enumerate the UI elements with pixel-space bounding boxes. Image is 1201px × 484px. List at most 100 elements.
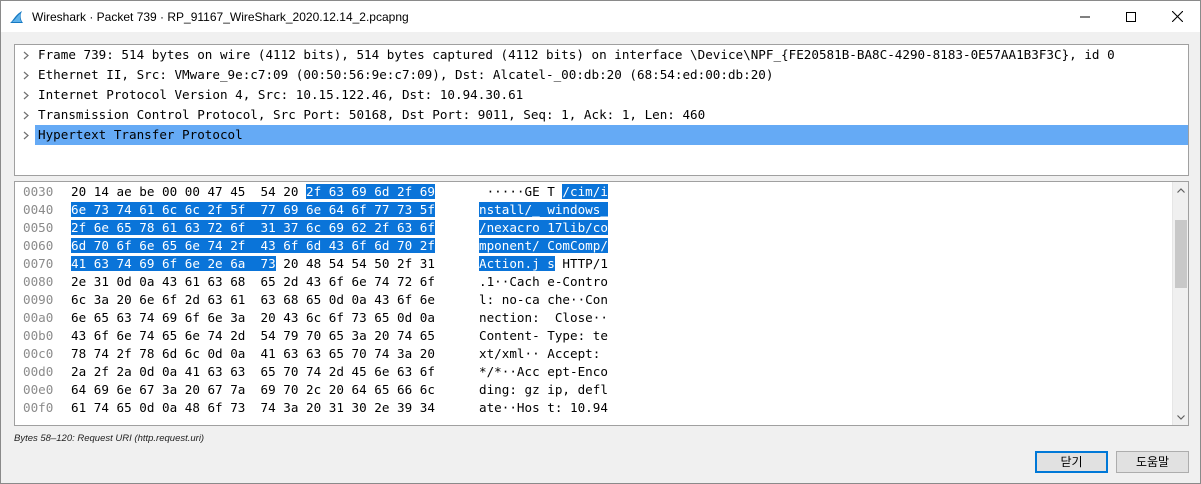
ascii-bytes[interactable]: ·····GE T /cim/i xyxy=(479,183,608,201)
hex-bytes-segment: 64 69 6e 67 3a 20 67 7a 69 70 2c 20 64 6… xyxy=(71,382,435,397)
tree-item-ethernet[interactable]: Ethernet II, Src: VMware_9e:c7:09 (00:50… xyxy=(15,65,1188,85)
hex-bytes-segment: 6c 3a 20 6e 6f 2d 63 61 63 68 65 0d 0a 4… xyxy=(71,292,435,307)
hex-bytes[interactable]: 2f 6e 65 78 61 63 72 6f 31 37 6c 69 62 2… xyxy=(71,219,435,237)
hex-bytes[interactable]: 43 6f 6e 74 65 6e 74 2d 54 79 70 65 3a 2… xyxy=(71,327,435,345)
scroll-down-button[interactable] xyxy=(1173,409,1188,425)
ascii-highlighted: mponent/ ComComp/ xyxy=(479,238,608,253)
help-button[interactable]: 도움말 xyxy=(1116,451,1189,473)
tree-item-label: Ethernet II, Src: VMware_9e:c7:09 (00:50… xyxy=(38,67,774,82)
scrollbar-thumb[interactable] xyxy=(1175,220,1187,288)
hex-bytes[interactable]: 41 63 74 69 6f 6e 2e 6a 73 20 48 54 54 5… xyxy=(71,255,435,273)
close-window-button[interactable] xyxy=(1154,1,1200,32)
hex-bytes[interactable]: 61 74 65 0d 0a 48 6f 73 74 3a 20 31 30 2… xyxy=(71,399,435,417)
ascii-bytes[interactable]: ding: gz ip, defl xyxy=(479,381,608,399)
hex-bytes[interactable]: 6e 73 74 61 6c 6c 2f 5f 77 69 6e 64 6f 7… xyxy=(71,201,435,219)
hex-bytes[interactable]: 20 14 ae be 00 00 47 45 54 20 2f 63 69 6… xyxy=(71,183,435,201)
chevron-right-icon[interactable] xyxy=(19,85,33,105)
hex-bytes-highlighted: 2f 63 69 6d 2f 69 xyxy=(306,184,435,199)
maximize-icon xyxy=(1126,11,1136,22)
hex-bytes-segment: 20 14 ae be 00 00 47 45 54 20 xyxy=(71,184,307,199)
hex-bytes-segment: 20 48 54 54 50 2f 31 xyxy=(275,256,435,271)
hex-bytes[interactable]: 6e 65 63 74 69 6f 6e 3a 20 43 6c 6f 73 6… xyxy=(71,309,435,327)
tree-item-http[interactable]: Hypertext Transfer Protocol xyxy=(15,125,1188,145)
hex-bytes-segment: 2e 31 0d 0a 43 61 63 68 65 2d 43 6f 6e 7… xyxy=(71,274,435,289)
hex-bytes-segment: 43 6f 6e 74 65 6e 74 2d 54 79 70 65 3a 2… xyxy=(71,328,435,343)
ascii-highlighted: nstall/_ windows_ xyxy=(479,202,608,217)
ascii-bytes[interactable]: /nexacro 17lib/co xyxy=(479,219,608,237)
ascii-bytes[interactable]: .1··Cach e-Contro xyxy=(479,273,608,291)
chevron-right-icon[interactable] xyxy=(19,65,33,85)
ascii-bytes[interactable]: ate··Hos t: 10.94 xyxy=(479,399,608,417)
chevron-up-icon xyxy=(1177,187,1185,193)
ascii-segment: HTTP/1 xyxy=(554,256,608,271)
hex-bytes-highlighted: 6e 73 74 61 6c 6c 2f 5f 77 69 6e 64 6f 7… xyxy=(71,202,435,217)
tree-item-frame[interactable]: Frame 739: 514 bytes on wire (4112 bits)… xyxy=(15,45,1188,65)
ascii-segment: ding: gz ip, defl xyxy=(479,382,608,397)
minimize-icon xyxy=(1080,16,1090,17)
chevron-right-icon[interactable] xyxy=(19,45,33,65)
ascii-segment: ·····GE T xyxy=(479,184,563,199)
hex-bytes[interactable]: 6c 3a 20 6e 6f 2d 63 61 63 68 65 0d 0a 4… xyxy=(71,291,435,309)
ascii-segment: ate··Hos t: 10.94 xyxy=(479,400,608,415)
byte-offset: 00e0 xyxy=(23,382,54,397)
hex-bytes-highlighted: 2f 6e 65 78 61 63 72 6f 31 37 6c 69 62 2… xyxy=(71,220,435,235)
ascii-bytes[interactable]: */*··Acc ept-Enco xyxy=(479,363,608,381)
hex-bytes[interactable]: 78 74 2f 78 6d 6c 0d 0a 41 63 63 65 70 7… xyxy=(71,345,435,363)
packet-details-tree[interactable]: Frame 739: 514 bytes on wire (4112 bits)… xyxy=(14,44,1189,176)
ascii-highlighted: /nexacro 17lib/co xyxy=(479,220,608,235)
ascii-bytes[interactable]: mponent/ ComComp/ xyxy=(479,237,608,255)
ascii-bytes[interactable]: xt/xml·· Accept: xyxy=(479,345,608,363)
ascii-segment: xt/xml·· Accept: xyxy=(479,346,608,361)
wireshark-fin-icon xyxy=(10,11,23,23)
packet-dialog-window: Wireshark · Packet 739 · RP_91167_WireSh… xyxy=(0,0,1201,484)
ascii-segment: Content- Type: te xyxy=(479,328,608,343)
byte-offset: 00a0 xyxy=(23,310,54,325)
close-button[interactable]: 닫기 xyxy=(1035,451,1108,473)
hex-bytes[interactable]: 2a 2f 2a 0d 0a 41 63 63 65 70 74 2d 45 6… xyxy=(71,363,435,381)
ascii-segment: .1··Cach e-Contro xyxy=(479,274,608,289)
vertical-scrollbar[interactable] xyxy=(1172,182,1188,425)
ascii-bytes[interactable]: nstall/_ windows_ xyxy=(479,201,608,219)
ascii-segment: nection: Close·· xyxy=(479,310,608,325)
packet-bytes-pane[interactable]: 0030 20 14 ae be 00 00 47 45 54 20 2f 63 … xyxy=(14,181,1189,426)
hex-bytes-highlighted: 41 63 74 69 6f 6e 2e 6a 73 xyxy=(71,256,276,271)
hex-bytes[interactable]: 2e 31 0d 0a 43 61 63 68 65 2d 43 6f 6e 7… xyxy=(71,273,435,291)
byte-offset: 00c0 xyxy=(23,346,54,361)
ascii-segment: l: no-ca che··Con xyxy=(479,292,608,307)
hex-bytes-segment: 78 74 2f 78 6d 6c 0d 0a 41 63 63 65 70 7… xyxy=(71,346,435,361)
hex-bytes-highlighted: 6d 70 6f 6e 65 6e 74 2f 43 6f 6d 43 6f 6… xyxy=(71,238,435,253)
byte-offset: 00d0 xyxy=(23,364,54,379)
scroll-up-button[interactable] xyxy=(1173,182,1188,198)
status-text: Bytes 58–120: Request URI (http.request.… xyxy=(14,433,205,444)
ascii-bytes[interactable]: Action.j s HTTP/1 xyxy=(479,255,608,273)
byte-offset: 0090 xyxy=(23,292,54,307)
hex-bytes-segment: 61 74 65 0d 0a 48 6f 73 74 3a 20 31 30 2… xyxy=(71,400,435,415)
byte-offset: 00b0 xyxy=(23,328,54,343)
window-title: Wireshark · Packet 739 · RP_91167_WireSh… xyxy=(32,10,409,24)
tree-item-label: Internet Protocol Version 4, Src: 10.15.… xyxy=(38,87,524,102)
ascii-highlighted: Action.j s xyxy=(479,256,555,271)
byte-offset: 0060 xyxy=(23,238,54,253)
hex-bytes[interactable]: 64 69 6e 67 3a 20 67 7a 69 70 2c 20 64 6… xyxy=(71,381,435,399)
hex-bytes[interactable]: 6d 70 6f 6e 65 6e 74 2f 43 6f 6d 43 6f 6… xyxy=(71,237,435,255)
ascii-bytes[interactable]: l: no-ca che··Con xyxy=(479,291,608,309)
chevron-right-icon[interactable] xyxy=(19,105,33,125)
maximize-button[interactable] xyxy=(1108,1,1154,32)
byte-offset: 0070 xyxy=(23,256,54,271)
tree-item-tcp[interactable]: Transmission Control Protocol, Src Port:… xyxy=(15,105,1188,125)
byte-offset: 0050 xyxy=(23,220,54,235)
ascii-bytes[interactable]: nection: Close·· xyxy=(479,309,608,327)
close-icon xyxy=(1171,11,1183,22)
chevron-down-icon xyxy=(1177,414,1185,420)
ascii-highlighted: /cim/i xyxy=(562,184,608,199)
tree-item-ipv4[interactable]: Internet Protocol Version 4, Src: 10.15.… xyxy=(15,85,1188,105)
hex-bytes-segment: 2a 2f 2a 0d 0a 41 63 63 65 70 74 2d 45 6… xyxy=(71,364,435,379)
hex-bytes-segment: 6e 65 63 74 69 6f 6e 3a 20 43 6c 6f 73 6… xyxy=(71,310,435,325)
title-bar[interactable]: Wireshark · Packet 739 · RP_91167_WireSh… xyxy=(1,1,1200,32)
tree-item-label: Transmission Control Protocol, Src Port:… xyxy=(38,107,706,122)
minimize-button[interactable] xyxy=(1062,1,1108,32)
ascii-bytes[interactable]: Content- Type: te xyxy=(479,327,608,345)
chevron-right-icon[interactable] xyxy=(19,125,33,145)
ascii-segment: */*··Acc ept-Enco xyxy=(479,364,608,379)
byte-offset: 0080 xyxy=(23,274,54,289)
